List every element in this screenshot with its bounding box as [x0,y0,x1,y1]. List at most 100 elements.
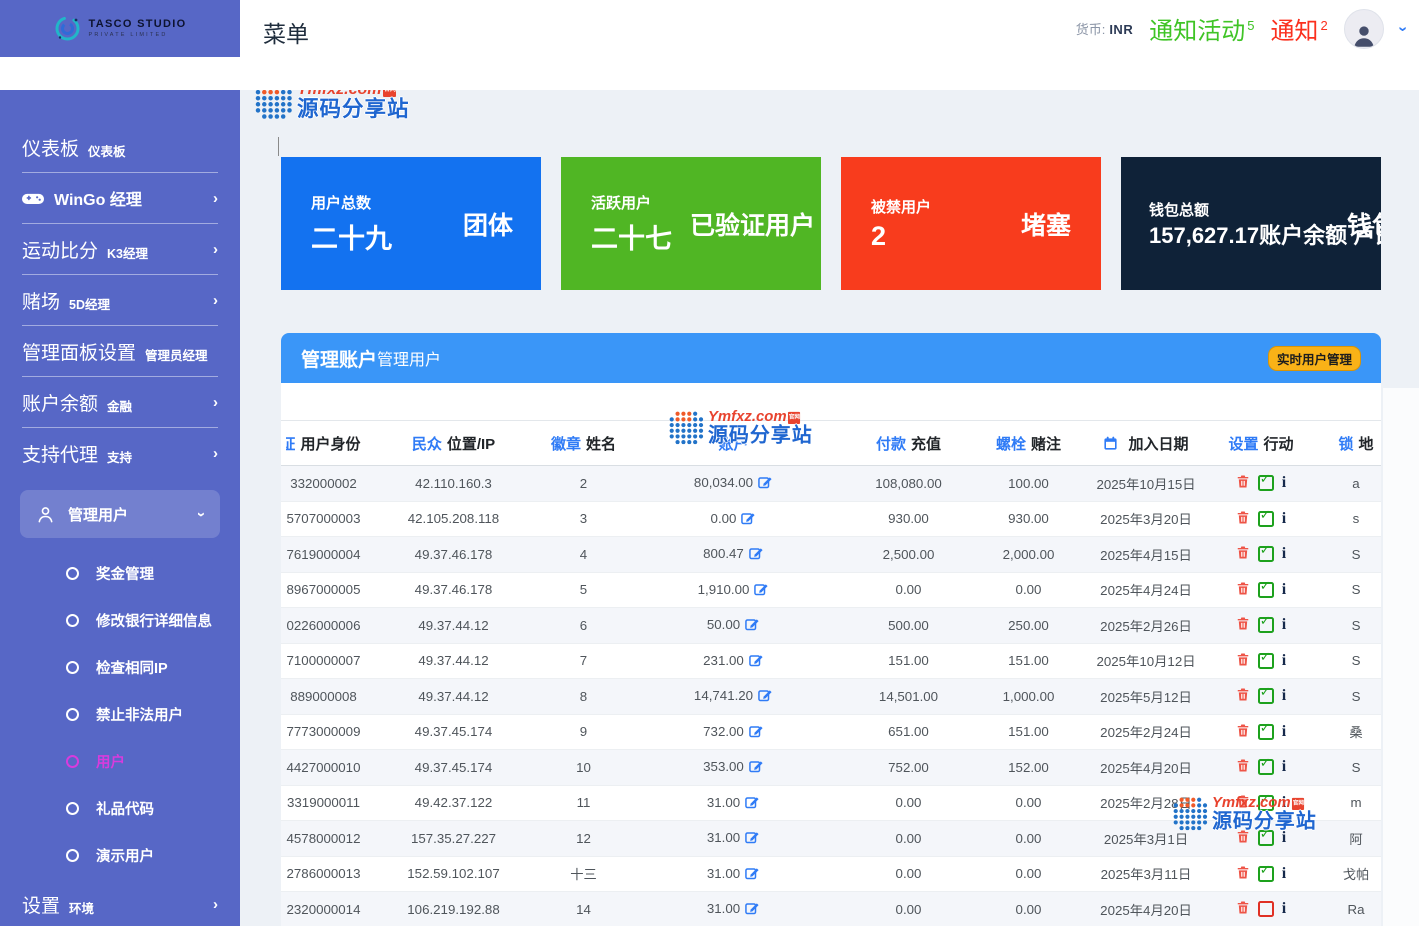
name-cell: S [1311,608,1381,644]
delete-button[interactable] [1236,581,1250,599]
sidebar-item-5[interactable]: 账户余额金融› [0,377,240,427]
column-header-link[interactable]: 民众 [412,436,442,453]
sidebar-item-2[interactable]: 运动比分K3经理› [0,224,240,274]
edit-balance-button[interactable] [758,687,773,705]
sidebar-subitem-修改银行详细信息[interactable]: 修改银行详细信息 [0,597,240,644]
edit-balance-button[interactable] [754,581,769,599]
column-header-link[interactable]: 证 [286,433,295,454]
card-active-users[interactable]: 活跃用户二十七 已验证用户 [561,157,821,290]
info-button[interactable]: i [1282,511,1286,527]
info-button[interactable]: i [1282,582,1286,598]
column-header-link[interactable]: 螺栓 [996,436,1026,453]
sidebar-item-0[interactable]: 仪表板仪表板 [0,122,240,172]
card-total-users-title: 用户总数 [311,192,392,213]
delete-button[interactable] [1236,545,1250,563]
sidebar-item-1[interactable]: WinGo 经理› [0,173,240,223]
verify-checkbox[interactable]: ✓ [1258,582,1274,598]
delete-button[interactable] [1236,510,1250,528]
verify-checkbox[interactable]: ✓ [1258,653,1274,669]
sidebar-item-label: 运动比分 [22,236,98,263]
verify-checkbox[interactable] [1258,901,1274,917]
card-wallet-total[interactable]: 钱包总额 157,627.17账户余额 卢比 钱包 [1121,157,1381,290]
sidebar-item-6[interactable]: 支持代理支持› [0,428,240,478]
column-header-link[interactable]: 徽章 [551,436,581,453]
verify-checkbox[interactable]: ✓ [1258,475,1274,491]
edit-balance-button[interactable] [749,758,764,776]
balance-value: 31.00 [707,901,740,916]
account-menu-chevron-icon[interactable]: › [1393,26,1411,31]
table-row: 33200000242.110.160.3280,034.00108,080.0… [281,466,1381,502]
watermark-line2: 源码分享站 [297,99,410,121]
column-header-link[interactable]: 付款 [876,436,906,453]
info-button[interactable]: i [1282,688,1286,704]
sidebar-subitem-禁止非法用户[interactable]: 禁止非法用户 [0,691,240,738]
live-user-management-button[interactable]: 实时用户管理 [1268,346,1361,371]
check-icon: ✓ [1260,684,1271,700]
actions-cell: ✓i [1211,501,1311,537]
info-button[interactable]: i [1282,475,1286,491]
column-header-7: 设置行动 [1211,421,1311,466]
sidebar-subitem-礼品代码[interactable]: 礼品代码 [0,785,240,832]
sidebar-subitem-奖金管理[interactable]: 奖金管理 [0,550,240,597]
sidebar-nav: 仪表板仪表板WinGo 经理›运动比分K3经理›赌场5D经理›管理面板设置管理员… [0,90,240,926]
recharge-cell: 0.00 [841,856,976,892]
info-button[interactable]: i [1282,759,1286,775]
edit-balance-button[interactable] [749,723,764,741]
edit-balance-button[interactable] [745,616,760,634]
info-button[interactable]: i [1282,830,1286,846]
verify-checkbox[interactable]: ✓ [1258,546,1274,562]
edit-balance-button[interactable] [745,900,760,918]
activity-notifications-link[interactable]: 通知活动5 [1149,11,1254,46]
column-header-link[interactable]: 设置 [1228,436,1258,453]
delete-button[interactable] [1236,758,1250,776]
edit-balance-button[interactable] [745,829,760,847]
edit-icon [758,474,773,489]
delete-button[interactable] [1236,723,1250,741]
name-cell: S [1311,572,1381,608]
join-date-cell: 2025年5月12日 [1081,679,1211,715]
edit-balance-button[interactable] [745,794,760,812]
info-button[interactable]: i [1282,653,1286,669]
sidebar-item-4[interactable]: 管理面板设置管理员经理 [0,326,240,376]
sidebar-subitem-用户[interactable]: 用户 [0,738,240,785]
column-header-link[interactable]: 锁 [1338,436,1353,453]
verify-checkbox[interactable]: ✓ [1258,866,1274,882]
verify-checkbox[interactable]: ✓ [1258,759,1274,775]
info-button[interactable]: i [1282,724,1286,740]
delete-button[interactable] [1236,652,1250,670]
sidebar-item-3[interactable]: 赌场5D经理› [0,275,240,325]
info-button[interactable]: i [1282,546,1286,562]
verify-checkbox[interactable]: ✓ [1258,617,1274,633]
sidebar-item-manage-users[interactable]: 管理用户› [20,490,220,538]
chevron-right-icon: › [213,445,218,462]
verify-checkbox[interactable]: ✓ [1258,688,1274,704]
verify-checkbox[interactable]: ✓ [1258,830,1274,846]
edit-balance-button[interactable] [749,652,764,670]
delete-button[interactable] [1236,474,1250,492]
trash-icon [1236,687,1250,702]
brand-logo-box[interactable]: TASCO STUDIO PRIVATE LIMITED [0,0,240,57]
sidebar-subitem-label: 禁止非法用户 [96,704,183,725]
edit-balance-button[interactable] [745,865,760,883]
verify-checkbox[interactable]: ✓ [1258,724,1274,740]
delete-button[interactable] [1236,687,1250,705]
edit-balance-button[interactable] [758,474,773,492]
delete-button[interactable] [1236,616,1250,634]
edit-balance-button[interactable] [741,510,756,528]
info-button[interactable]: i [1282,866,1286,882]
user-avatar[interactable] [1344,9,1384,49]
sidebar-subitem-检查相同IP[interactable]: 检查相同IP [0,644,240,691]
card-banned-users[interactable]: 被禁用户2 堵塞 [841,157,1101,290]
sidebar-item-15[interactable]: 设置环境› [0,879,240,926]
trash-icon [1236,723,1250,738]
delete-button[interactable] [1236,900,1250,918]
info-button[interactable]: i [1282,617,1286,633]
info-button[interactable]: i [1282,901,1286,917]
balance-cell: 31.00 [626,785,841,821]
delete-button[interactable] [1236,865,1250,883]
edit-balance-button[interactable] [749,545,764,563]
card-total-users[interactable]: 用户总数二十九 团体 [281,157,541,290]
notifications-link[interactable]: 通知2 [1270,11,1327,46]
verify-checkbox[interactable]: ✓ [1258,511,1274,527]
sidebar-subitem-演示用户[interactable]: 演示用户 [0,832,240,879]
